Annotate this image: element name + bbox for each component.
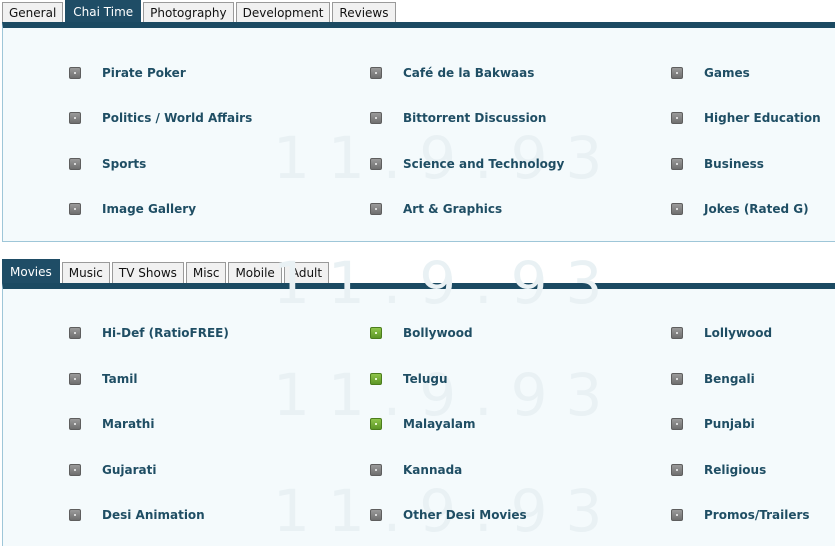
forum-label: Lollywood	[704, 326, 773, 340]
tab-movies[interactable]: Movies	[2, 259, 60, 283]
forum-new-posts-icon	[370, 373, 382, 385]
forum-label: Bollywood	[403, 326, 473, 340]
forum-label: Desi Animation	[102, 508, 205, 522]
forum-status-icon	[671, 464, 683, 476]
forum-link-games[interactable]: Games	[671, 66, 750, 80]
forum-status-icon	[69, 327, 81, 339]
forum-label: Marathi	[102, 417, 155, 431]
forum-status-icon	[69, 464, 81, 476]
forum-link-malayalam[interactable]: Malayalam	[370, 417, 476, 431]
forum-label: Kannada	[403, 463, 463, 477]
forum-link-gujarati[interactable]: Gujarati	[69, 463, 156, 477]
forum-link-telugu[interactable]: Telugu	[370, 372, 448, 386]
forum-link-bollywood[interactable]: Bollywood	[370, 326, 473, 340]
forum-link-promos-trailers[interactable]: Promos/Trailers	[671, 508, 810, 522]
forum-link-bengali[interactable]: Bengali	[671, 372, 755, 386]
forum-status-icon	[671, 373, 683, 385]
top-tab-bar: General Chai Time Photography Developmen…	[2, 0, 398, 22]
forum-new-posts-icon	[370, 327, 382, 339]
forum-link-marathi[interactable]: Marathi	[69, 417, 154, 431]
forum-label: Gujarati	[102, 463, 157, 477]
forum-link-punjabi[interactable]: Punjabi	[671, 417, 755, 431]
forum-status-icon	[69, 158, 81, 170]
forum-link-pirate-poker[interactable]: Pirate Poker	[69, 66, 186, 80]
forum-link-image-gallery[interactable]: Image Gallery	[69, 202, 196, 216]
tab-photography[interactable]: Photography	[143, 2, 234, 22]
forum-status-icon	[370, 67, 382, 79]
forum-link-politics-world-affairs[interactable]: Politics / World Affairs	[69, 111, 252, 125]
forum-status-icon	[69, 112, 81, 124]
forum-link-tamil[interactable]: Tamil	[69, 372, 137, 386]
forum-link-kannada[interactable]: Kannada	[370, 463, 462, 477]
forum-status-icon	[671, 509, 683, 521]
forum-label: Tamil	[102, 372, 138, 386]
forum-label: Other Desi Movies	[403, 508, 527, 522]
forum-status-icon	[671, 158, 683, 170]
forum-link-jokes-rated-g[interactable]: Jokes (Rated G)	[671, 202, 809, 216]
tab-adult[interactable]: Adult	[283, 262, 330, 283]
forum-label: Telugu	[403, 372, 448, 386]
forum-link-sports[interactable]: Sports	[69, 157, 146, 171]
forum-status-icon	[69, 67, 81, 79]
forum-status-icon	[370, 158, 382, 170]
movies-forum-panel: 11.9.93 11.9.93 11.9.93 Hi-Def (RatioFRE…	[2, 249, 835, 546]
forum-link-art-graphics[interactable]: Art & Graphics	[370, 202, 502, 216]
forum-status-icon	[370, 112, 382, 124]
tab-tv-shows[interactable]: TV Shows	[111, 262, 184, 283]
forum-status-icon	[69, 373, 81, 385]
forum-link-bittorrent-discussion[interactable]: Bittorrent Discussion	[370, 111, 546, 125]
forum-link-desi-animation[interactable]: Desi Animation	[69, 508, 205, 522]
forum-label: Malayalam	[403, 417, 476, 431]
forum-link-lollywood[interactable]: Lollywood	[671, 326, 772, 340]
tab-development[interactable]: Development	[235, 2, 331, 22]
tab-mobile[interactable]: Mobile	[228, 262, 282, 283]
forum-status-icon	[671, 327, 683, 339]
forum-status-icon	[671, 67, 683, 79]
tab-general[interactable]: General	[2, 2, 64, 22]
forum-link-hi-def-ratiofree[interactable]: Hi-Def (RatioFREE)	[69, 326, 229, 340]
forum-status-icon	[370, 464, 382, 476]
tab-reviews[interactable]: Reviews	[332, 2, 396, 22]
forum-label: Science and Technology	[403, 157, 565, 171]
forum-label: Religious	[704, 463, 767, 477]
forum-status-icon	[671, 418, 683, 430]
forum-label: Sports	[102, 157, 147, 171]
tab-music[interactable]: Music	[61, 262, 110, 283]
forum-link-business[interactable]: Business	[671, 157, 764, 171]
forum-label: Politics / World Affairs	[102, 111, 253, 125]
forum-status-icon	[69, 203, 81, 215]
chai-time-forum-panel: 11.9.93 Pirate Poker Café de la Bakwaas …	[2, 22, 835, 242]
forum-status-icon	[370, 509, 382, 521]
forum-label: Bengali	[704, 372, 755, 386]
forum-link-cafe-de-la-bakwaas[interactable]: Café de la Bakwaas	[370, 66, 534, 80]
forum-link-science-and-technology[interactable]: Science and Technology	[370, 157, 564, 171]
forum-status-icon	[69, 509, 81, 521]
forum-label: Image Gallery	[102, 202, 197, 216]
forum-label: Games	[704, 66, 750, 80]
forum-category-page: General Chai Time Photography Developmen…	[0, 0, 835, 546]
forum-link-other-desi-movies[interactable]: Other Desi Movies	[370, 508, 527, 522]
forum-new-posts-icon	[370, 418, 382, 430]
forum-status-icon	[69, 418, 81, 430]
forum-label: Punjabi	[704, 417, 755, 431]
tab-misc[interactable]: Misc	[185, 262, 227, 283]
forum-label: Pirate Poker	[102, 66, 186, 80]
forum-label: Higher Education	[704, 111, 821, 125]
bottom-tab-bar: Movies Music TV Shows Misc Mobile Adult	[2, 259, 331, 283]
forum-link-religious[interactable]: Religious	[671, 463, 766, 477]
forum-label: Bittorrent Discussion	[403, 111, 547, 125]
forum-link-higher-education[interactable]: Higher Education	[671, 111, 821, 125]
forum-label: Café de la Bakwaas	[403, 66, 535, 80]
forum-label: Jokes (Rated G)	[704, 202, 809, 216]
forum-label: Promos/Trailers	[704, 508, 810, 522]
tab-chai-time[interactable]: Chai Time	[65, 0, 142, 22]
forum-label: Hi-Def (RatioFREE)	[102, 326, 229, 340]
forum-status-icon	[370, 203, 382, 215]
forum-status-icon	[671, 112, 683, 124]
forum-label: Art & Graphics	[403, 202, 503, 216]
forum-status-icon	[671, 203, 683, 215]
forum-label: Business	[704, 157, 764, 171]
